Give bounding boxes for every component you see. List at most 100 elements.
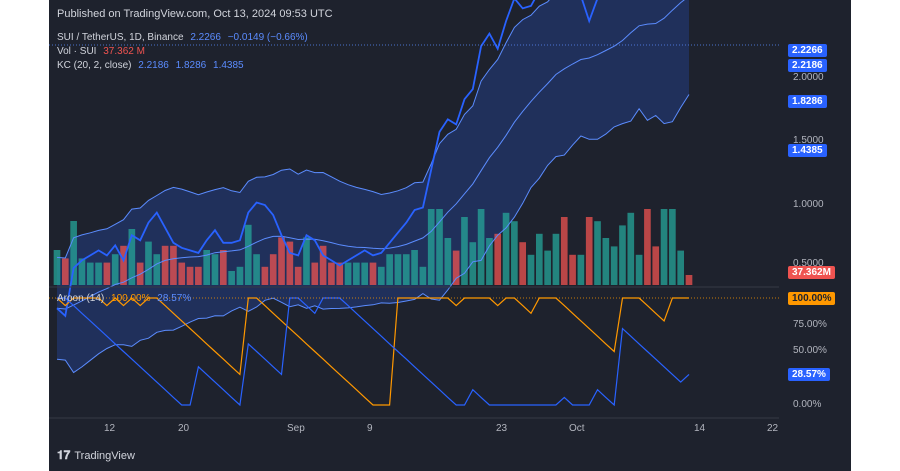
time-tick: 14 (694, 423, 706, 434)
volume-bar (452, 250, 460, 285)
volume-bar (486, 238, 493, 285)
volume-bar (644, 209, 651, 285)
volume-bar (436, 209, 443, 285)
volume-bar (635, 254, 643, 285)
time-tick: 9 (367, 423, 373, 434)
volume-label: Vol · SUI (57, 46, 97, 57)
volume-bar (86, 262, 94, 285)
price-tick: 1.0000 (793, 199, 824, 210)
symbol-label: SUI / TetherUS, 1D, Binance (57, 32, 184, 43)
volume-bar (161, 245, 169, 285)
aroon-down-label: 28.57% (788, 368, 830, 381)
volume-bar (211, 254, 219, 285)
volume-bar (669, 209, 676, 285)
volume-bar (253, 254, 260, 285)
volume-bar (170, 245, 177, 285)
volume-bar (477, 209, 485, 285)
volume-bar (261, 266, 269, 285)
volume-bar (585, 217, 593, 285)
volume-bar (70, 221, 77, 285)
volume-bar (219, 250, 227, 285)
aroon-tick: 0.00% (793, 399, 822, 410)
volume-bar (361, 262, 369, 285)
volume-bar (294, 266, 302, 285)
kc-mid-value: 1.8286 (175, 60, 207, 71)
aroon-legend[interactable]: Aroon (14) 100.00% 28.57% (57, 293, 195, 304)
kc-lower-value: 1.4385 (213, 60, 244, 71)
volume-bar (178, 262, 186, 285)
volume-bar (627, 212, 635, 285)
volume-bar (236, 266, 244, 285)
kc-lower-label: 1.4385 (788, 144, 827, 157)
published-text: Published on TradingView.com, Oct 13, 20… (57, 8, 333, 20)
volume-bar (560, 217, 568, 285)
aroon-tick: 50.00% (793, 345, 827, 356)
volume-bar (610, 246, 618, 285)
volume-bar (394, 254, 402, 285)
volume-bar (311, 262, 319, 285)
volume-bar (303, 237, 310, 285)
volume-bar (511, 221, 518, 285)
volume-bar (145, 241, 152, 285)
volume-bar (186, 266, 194, 285)
volume-bar (419, 266, 427, 285)
volume-bar (660, 209, 668, 285)
volume-bar (103, 262, 111, 285)
kc-upper-value: 2.2186 (138, 60, 169, 71)
volume-bar (95, 262, 102, 285)
tradingview-logo-icon: 𝟏𝟕 (57, 448, 71, 462)
volume-bar (369, 262, 377, 285)
chart-frame: Published on TradingView.com, Oct 13, 20… (49, 0, 851, 471)
volume-bar (228, 271, 235, 285)
volume-bar (344, 262, 352, 285)
kc-label: KC (20, 2, close) (57, 60, 132, 71)
volume-bar (544, 250, 551, 285)
volume-bar (535, 233, 543, 285)
volume-bar (427, 209, 435, 285)
volume-bar (444, 238, 452, 285)
symbol-price: 2.2266 (190, 32, 221, 43)
kc-mid-label: 1.8286 (788, 95, 827, 108)
volume-bar (577, 254, 585, 285)
volume-bar (377, 266, 385, 285)
aroon-up-label: 100.00% (788, 292, 836, 305)
time-tick: Sep (287, 423, 305, 434)
time-tick: 22 (767, 423, 779, 434)
symbol-change: −0.0149 (−0.66%) (227, 32, 308, 43)
volume-bar (502, 212, 510, 285)
volume-bar (602, 238, 610, 285)
symbol-legend[interactable]: SUI / TetherUS, 1D, Binance 2.2266 −0.01… (57, 32, 312, 43)
aroon-down-value: 28.57% (157, 293, 192, 304)
volume-bar (195, 266, 202, 285)
volume-bar (411, 250, 418, 285)
volume-bar (677, 250, 685, 285)
volume-bar (552, 233, 560, 285)
volume-bar (652, 246, 660, 285)
volume-value: 37.362 M (103, 46, 145, 57)
volume-bar (469, 242, 477, 285)
time-tick: Oct (569, 423, 585, 434)
volume-legend[interactable]: Vol · SUI 37.362 M (57, 46, 149, 57)
time-tick: 12 (104, 423, 116, 434)
time-tick: 20 (178, 423, 190, 434)
price-label: 2.2266 (788, 44, 827, 57)
volume-bar (269, 254, 277, 285)
footer-brand[interactable]: 𝟏𝟕 TradingView (57, 448, 135, 463)
volume-bar (353, 262, 360, 285)
volume-bar (111, 254, 119, 285)
volume-bar (386, 254, 393, 285)
volume-bar (153, 254, 161, 285)
kc-upper-label: 2.2186 (788, 59, 827, 72)
volume-bar (278, 237, 285, 285)
volume-bar (244, 224, 252, 285)
volume-bar (494, 233, 502, 285)
time-tick: 23 (496, 423, 508, 434)
kc-legend[interactable]: KC (20, 2, close) 2.2186 1.8286 1.4385 (57, 60, 248, 71)
volume-bar (519, 242, 527, 285)
aroon-up-value: 100.00% (111, 293, 151, 304)
volume-bar (328, 262, 335, 285)
volume-bar (685, 275, 693, 285)
price-tick: 2.0000 (793, 72, 824, 83)
aroon-tick: 75.00% (793, 319, 827, 330)
volume-label-tag: 37.362M (788, 266, 835, 279)
